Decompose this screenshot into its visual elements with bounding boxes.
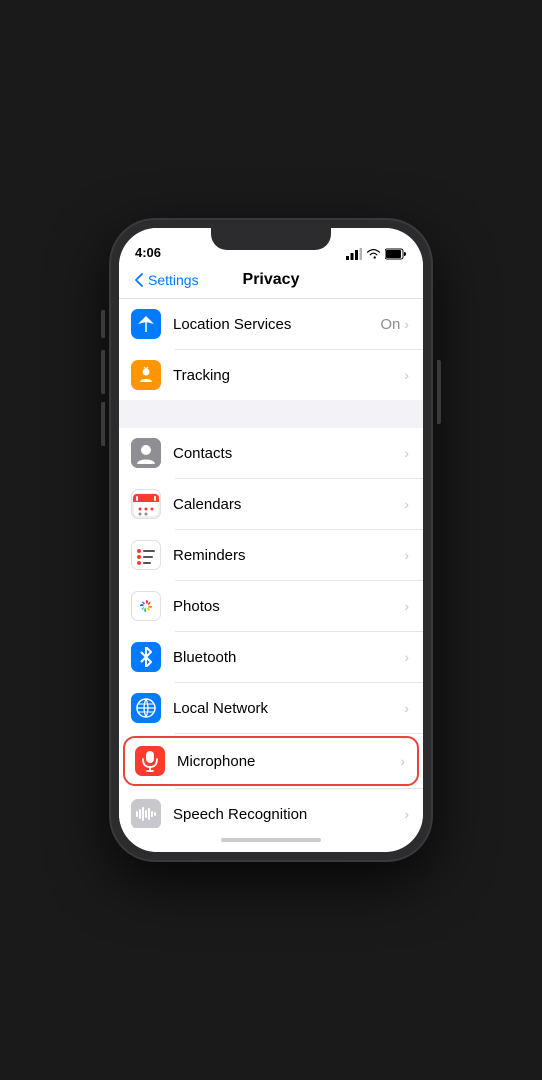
calendars-row[interactable]: Calendars › (119, 479, 423, 529)
main-section: Contacts › (119, 428, 423, 828)
speech-recognition-row[interactable]: Speech Recognition › (119, 789, 423, 828)
bluetooth-chevron-icon: › (404, 649, 409, 665)
status-icons (346, 248, 407, 260)
contacts-label: Contacts (173, 445, 404, 462)
microphone-icon (135, 746, 165, 776)
location-services-row[interactable]: Location Services On › (119, 299, 423, 349)
speech-recognition-label: Speech Recognition (173, 806, 404, 823)
top-section: Location Services On › Tracking (119, 299, 423, 400)
settings-list: Location Services On › Tracking (119, 299, 423, 828)
speech-chevron-icon: › (404, 806, 409, 822)
photos-label: Photos (173, 598, 404, 615)
reminders-row[interactable]: Reminders › (119, 530, 423, 580)
location-chevron-icon: › (404, 316, 409, 332)
battery-icon (385, 248, 407, 260)
contacts-row[interactable]: Contacts › (119, 428, 423, 478)
notch (211, 228, 331, 250)
signal-icon (346, 248, 362, 260)
volume-down-button (101, 402, 105, 446)
mute-switch (101, 310, 105, 338)
photos-row[interactable]: Photos › (119, 581, 423, 631)
bluetooth-label: Bluetooth (173, 649, 404, 666)
contacts-icon (131, 438, 161, 468)
location-services-label: Location Services (173, 316, 380, 333)
status-time: 4:06 (135, 245, 161, 260)
microphone-chevron-icon: › (400, 753, 405, 769)
phone-frame: 4:06 (111, 220, 431, 860)
reminders-icon (131, 540, 161, 570)
page-title: Privacy (243, 271, 300, 289)
location-services-value: On (380, 316, 400, 333)
home-indicator (221, 838, 321, 842)
bluetooth-row[interactable]: Bluetooth › (119, 632, 423, 682)
local-network-row[interactable]: Local Network › (119, 683, 423, 733)
local-network-label: Local Network (173, 700, 404, 717)
local-network-icon (131, 693, 161, 723)
local-network-chevron-icon: › (404, 700, 409, 716)
microphone-row[interactable]: Microphone › (123, 736, 419, 786)
power-button (437, 360, 441, 424)
tracking-row[interactable]: Tracking › (119, 350, 423, 400)
speech-recognition-icon (131, 799, 161, 828)
wifi-icon (366, 248, 381, 260)
calendars-icon (131, 489, 161, 519)
tracking-label: Tracking (173, 367, 404, 384)
home-bar (119, 828, 423, 852)
back-button[interactable]: Settings (135, 272, 199, 288)
microphone-label: Microphone (177, 753, 400, 770)
photos-icon (131, 591, 161, 621)
location-icon (131, 309, 161, 339)
reminders-chevron-icon: › (404, 547, 409, 563)
tracking-chevron-icon: › (404, 367, 409, 383)
back-label: Settings (148, 272, 199, 288)
tracking-icon (131, 360, 161, 390)
photos-chevron-icon: › (404, 598, 409, 614)
contacts-chevron-icon: › (404, 445, 409, 461)
section-gap-1 (119, 400, 423, 428)
phone-screen: 4:06 (119, 228, 423, 852)
volume-up-button (101, 350, 105, 394)
reminders-label: Reminders (173, 547, 404, 564)
calendars-chevron-icon: › (404, 496, 409, 512)
bluetooth-icon (131, 642, 161, 672)
nav-bar: Settings Privacy (119, 264, 423, 299)
divider (175, 733, 423, 734)
calendars-label: Calendars (173, 496, 404, 513)
